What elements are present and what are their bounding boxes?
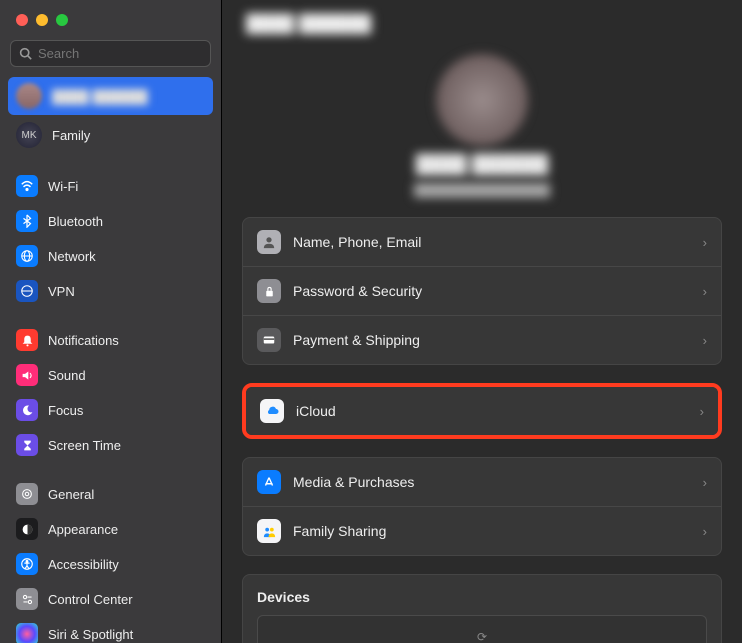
sidebar-item-account[interactable]: ████ ██████ [8,77,213,115]
chevron-right-icon: › [703,235,707,250]
sidebar-item-label: Wi-Fi [48,179,78,194]
family-avatar: MK [16,122,42,148]
row-label: Name, Phone, Email [293,234,691,250]
chevron-right-icon: › [703,284,707,299]
chevron-right-icon: › [703,333,707,348]
profile-email: ████████████████ [414,183,550,197]
sidebar-item-label: Accessibility [48,557,119,572]
chevron-right-icon: › [703,475,707,490]
row-label: Media & Purchases [293,474,691,490]
row-label: Payment & Shipping [293,332,691,348]
sidebar-item-focus[interactable]: Focus [8,393,213,427]
icloud-highlight: iCloud › [242,383,722,439]
sidebar-item-label: VPN [48,284,75,299]
sidebar-item-label: Control Center [48,592,133,607]
row-label: Family Sharing [293,523,691,539]
profile-name: ████ ██████ [416,154,549,175]
sidebar-item-label: Appearance [48,522,118,537]
lock-icon [257,279,281,303]
account-name: ████ ██████ [52,89,148,104]
close-window-button[interactable] [16,14,28,26]
bell-icon [16,329,38,351]
bluetooth-icon [16,210,38,232]
row-family-sharing[interactable]: Family Sharing › [243,507,721,555]
search-field[interactable] [10,40,211,67]
sidebar-item-control-center[interactable]: Control Center [8,582,213,616]
wifi-icon [16,175,38,197]
siri-icon [16,623,38,643]
sidebar-item-label: Siri & Spotlight [48,627,133,642]
sidebar-item-notifications[interactable]: Notifications [8,323,213,357]
sidebar: ████ ██████ MK Family Wi-Fi Bluetooth Ne… [0,0,222,643]
sidebar-item-siri-spotlight[interactable]: Siri & Spotlight [8,617,213,643]
row-payment-shipping[interactable]: Payment & Shipping › [243,316,721,364]
sidebar-item-label: General [48,487,94,502]
control-center-icon [16,588,38,610]
devices-title: Devices [257,589,707,605]
row-label: Password & Security [293,283,691,299]
hourglass-icon [16,434,38,456]
chevron-right-icon: › [700,404,704,419]
sidebar-item-label: Screen Time [48,438,121,453]
window-controls [0,0,221,36]
sidebar-item-label: Network [48,249,96,264]
minimize-window-button[interactable] [36,14,48,26]
sidebar-item-general[interactable]: General [8,477,213,511]
sidebar-item-label: Family [52,128,90,143]
sidebar-item-network[interactable]: Network [8,239,213,273]
account-settings-group: Name, Phone, Email › Password & Security… [242,217,722,365]
chevron-right-icon: › [703,524,707,539]
sidebar-item-label: Focus [48,403,83,418]
profile-hero: ████ ██████ ████████████████ [222,44,742,217]
person-icon [257,230,281,254]
sidebar-item-sound[interactable]: Sound [8,358,213,392]
accessibility-icon [16,553,38,575]
moon-icon [16,399,38,421]
row-password-security[interactable]: Password & Security › [243,267,721,316]
sidebar-item-appearance[interactable]: Appearance [8,512,213,546]
sidebar-item-wifi[interactable]: Wi-Fi [8,169,213,203]
sidebar-item-label: Notifications [48,333,119,348]
account-avatar [16,83,42,109]
family-icon [257,519,281,543]
appstore-icon [257,470,281,494]
sidebar-item-bluetooth[interactable]: Bluetooth [8,204,213,238]
search-icon [19,47,32,60]
row-label: iCloud [296,403,688,419]
sidebar-item-label: Sound [48,368,86,383]
vpn-icon [16,280,38,302]
row-icloud[interactable]: iCloud › [246,387,718,435]
appearance-icon [16,518,38,540]
row-name-phone-email[interactable]: Name, Phone, Email › [243,218,721,267]
sidebar-item-vpn[interactable]: VPN [8,274,213,308]
sidebar-item-screen-time[interactable]: Screen Time [8,428,213,462]
card-icon [257,328,281,352]
sidebar-item-label: Bluetooth [48,214,103,229]
maximize-window-button[interactable] [56,14,68,26]
profile-avatar[interactable] [436,54,528,146]
sidebar-item-family[interactable]: MK Family [8,116,213,154]
main-panel: ████ ██████ ████ ██████ ████████████████… [222,0,742,643]
search-input[interactable] [38,46,214,61]
gear-icon [16,483,38,505]
speaker-icon [16,364,38,386]
devices-section: Devices ⟳ [242,574,722,643]
sidebar-item-accessibility[interactable]: Accessibility [8,547,213,581]
row-media-purchases[interactable]: Media & Purchases › [243,458,721,507]
globe-icon [16,245,38,267]
devices-list: ⟳ [257,615,707,643]
loading-spinner-icon: ⟳ [477,630,487,643]
media-family-group: Media & Purchases › Family Sharing › [242,457,722,556]
page-title: ████ ██████ [246,14,371,33]
cloud-icon [260,399,284,423]
